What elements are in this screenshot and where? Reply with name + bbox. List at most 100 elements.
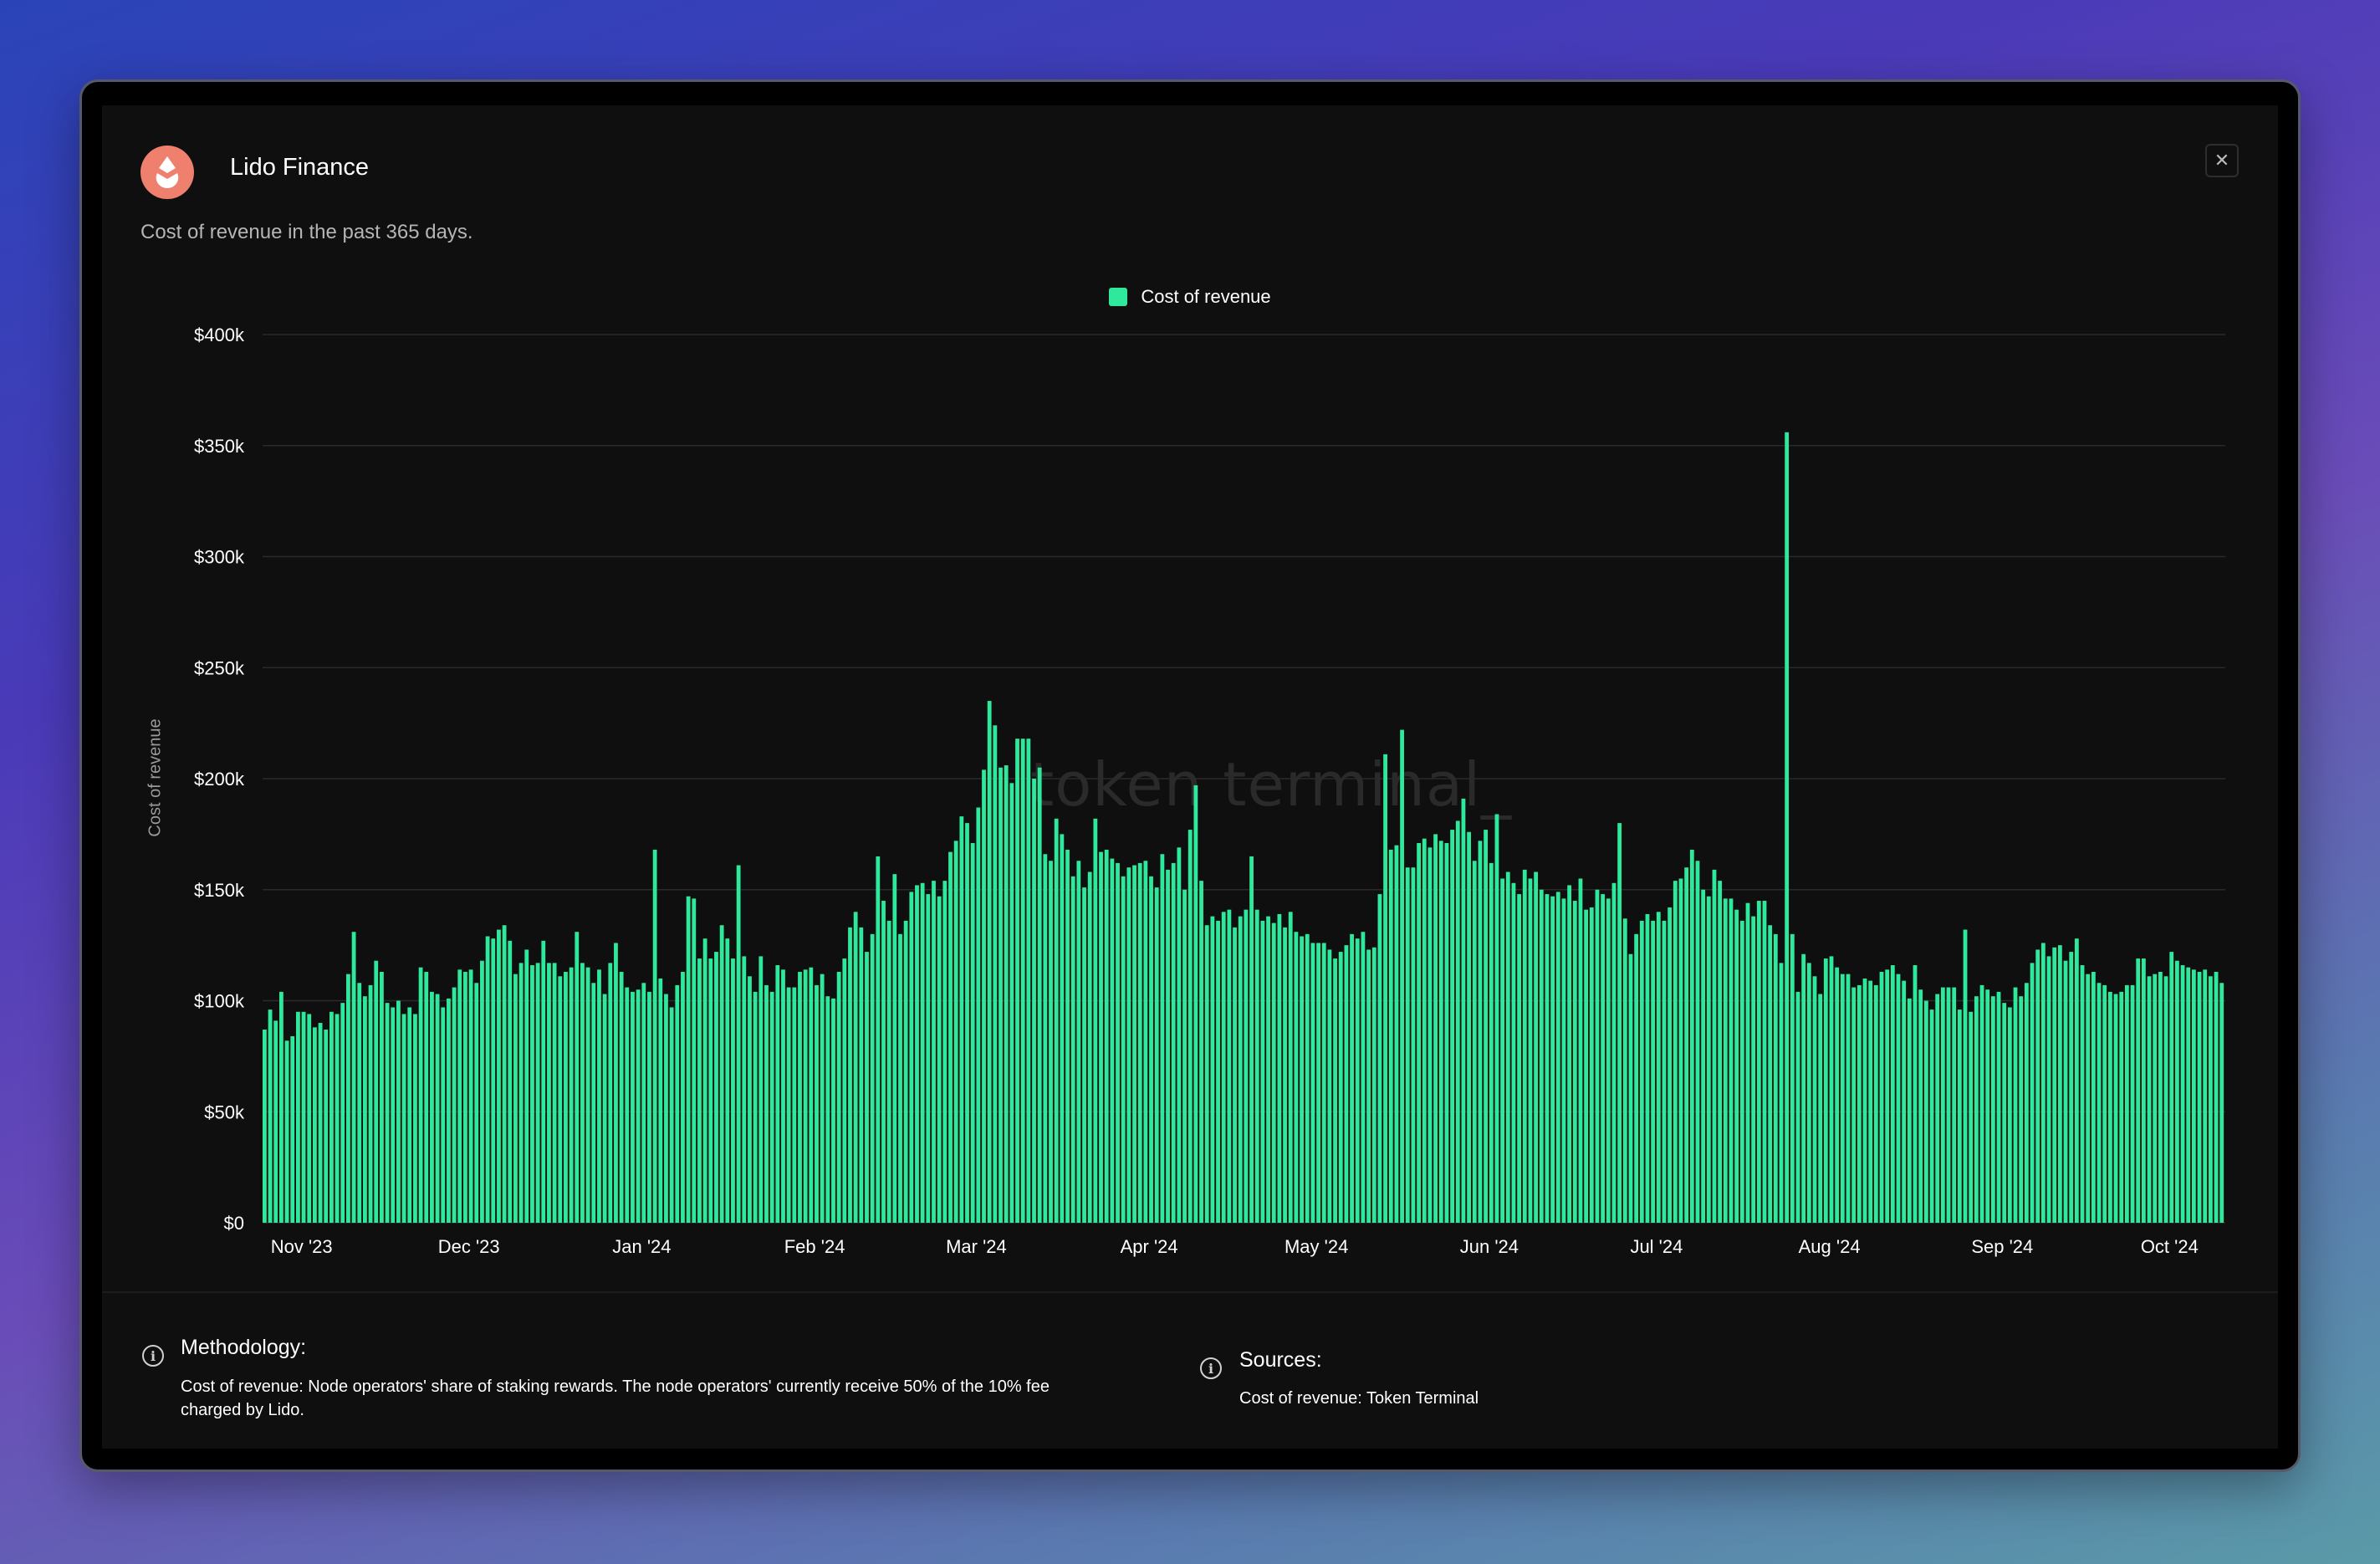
bar[interactable] bbox=[993, 725, 998, 1223]
bar[interactable] bbox=[1182, 889, 1187, 1223]
bar[interactable] bbox=[1037, 767, 1042, 1223]
bar[interactable] bbox=[2180, 965, 2185, 1223]
bar[interactable] bbox=[870, 933, 875, 1223]
bar[interactable] bbox=[1116, 862, 1120, 1223]
bar[interactable] bbox=[1216, 920, 1220, 1223]
bar[interactable] bbox=[1668, 907, 1673, 1223]
bar[interactable] bbox=[932, 881, 936, 1223]
bar[interactable] bbox=[892, 874, 897, 1223]
bar[interactable] bbox=[1427, 847, 1433, 1223]
bar[interactable] bbox=[1199, 881, 1203, 1223]
bar[interactable] bbox=[865, 952, 869, 1223]
bar[interactable] bbox=[1310, 943, 1315, 1223]
bar[interactable] bbox=[1996, 991, 2001, 1223]
bar[interactable] bbox=[792, 987, 797, 1223]
bar[interactable] bbox=[2163, 976, 2168, 1223]
bar[interactable] bbox=[1634, 933, 1639, 1223]
bar[interactable] bbox=[731, 958, 735, 1223]
bar[interactable] bbox=[1734, 909, 1739, 1223]
bar[interactable] bbox=[1388, 849, 1393, 1223]
bar[interactable] bbox=[401, 1014, 406, 1223]
bar[interactable] bbox=[1277, 913, 1282, 1223]
bar[interactable] bbox=[307, 1014, 312, 1223]
bar[interactable] bbox=[1327, 949, 1332, 1223]
bar[interactable] bbox=[1394, 845, 1399, 1223]
bar[interactable] bbox=[2013, 987, 2018, 1223]
bar[interactable] bbox=[798, 971, 802, 1223]
bar[interactable] bbox=[669, 1007, 674, 1223]
bar[interactable] bbox=[363, 996, 367, 1223]
bar[interactable] bbox=[1271, 923, 1276, 1223]
bar[interactable] bbox=[1913, 965, 1918, 1223]
bar[interactable] bbox=[1026, 739, 1031, 1223]
bar[interactable] bbox=[1885, 969, 1890, 1223]
bar[interactable] bbox=[1522, 869, 1527, 1223]
bar[interactable] bbox=[898, 933, 902, 1223]
bar[interactable] bbox=[1706, 896, 1711, 1223]
bar[interactable] bbox=[1739, 920, 1744, 1223]
bar[interactable] bbox=[614, 943, 618, 1223]
bar[interactable] bbox=[1344, 945, 1349, 1224]
bar[interactable] bbox=[1355, 938, 1360, 1223]
bar[interactable] bbox=[2136, 958, 2141, 1223]
bar[interactable] bbox=[1210, 916, 1215, 1223]
bar[interactable] bbox=[998, 767, 1003, 1223]
bar[interactable] bbox=[2080, 965, 2085, 1223]
bar[interactable] bbox=[1768, 925, 1773, 1223]
bar[interactable] bbox=[2107, 991, 2112, 1223]
bar[interactable] bbox=[575, 932, 580, 1223]
bar[interactable] bbox=[1266, 916, 1270, 1223]
bar[interactable] bbox=[1584, 909, 1589, 1223]
bar[interactable] bbox=[1254, 909, 1259, 1223]
bar[interactable] bbox=[564, 971, 568, 1223]
bar[interactable] bbox=[1929, 1009, 1934, 1223]
bar[interactable] bbox=[915, 885, 919, 1223]
bar[interactable] bbox=[1539, 889, 1544, 1223]
bar[interactable] bbox=[1065, 849, 1070, 1223]
bar[interactable] bbox=[1137, 862, 1142, 1223]
bar[interactable] bbox=[1684, 867, 1689, 1223]
bar[interactable] bbox=[1751, 916, 1756, 1223]
bar[interactable] bbox=[1467, 831, 1471, 1223]
bar[interactable] bbox=[2002, 1003, 2007, 1223]
bar[interactable] bbox=[708, 958, 713, 1223]
bar[interactable] bbox=[585, 967, 590, 1223]
bar[interactable] bbox=[1043, 854, 1048, 1223]
bar[interactable] bbox=[1801, 953, 1806, 1223]
bar[interactable] bbox=[1204, 925, 1209, 1223]
bar[interactable] bbox=[965, 823, 969, 1223]
bar[interactable] bbox=[324, 1030, 329, 1223]
bar[interactable] bbox=[1550, 896, 1555, 1223]
bar[interactable] bbox=[2174, 960, 2179, 1223]
bar[interactable] bbox=[2019, 996, 2024, 1223]
bar[interactable] bbox=[2086, 974, 2091, 1223]
bar[interactable] bbox=[736, 865, 741, 1223]
bar[interactable] bbox=[775, 965, 780, 1223]
bar[interactable] bbox=[1678, 878, 1683, 1223]
bar[interactable] bbox=[463, 971, 467, 1223]
bar[interactable] bbox=[591, 983, 596, 1223]
bar[interactable] bbox=[1806, 963, 1811, 1223]
bar[interactable] bbox=[1723, 898, 1728, 1223]
bar[interactable] bbox=[580, 963, 585, 1223]
bar[interactable] bbox=[809, 967, 814, 1223]
bar[interactable] bbox=[1561, 898, 1566, 1223]
bar[interactable] bbox=[1260, 920, 1265, 1223]
bar[interactable] bbox=[513, 974, 518, 1223]
bar[interactable] bbox=[1288, 912, 1293, 1223]
bar[interactable] bbox=[1974, 996, 1979, 1223]
bar[interactable] bbox=[853, 912, 858, 1223]
bar[interactable] bbox=[430, 991, 434, 1223]
bar[interactable] bbox=[1851, 987, 1857, 1223]
bar[interactable] bbox=[2197, 971, 2202, 1223]
bar[interactable] bbox=[2057, 945, 2062, 1224]
bar[interactable] bbox=[279, 991, 283, 1223]
bar[interactable] bbox=[1154, 887, 1159, 1223]
bar[interactable] bbox=[1009, 783, 1014, 1223]
bar[interactable] bbox=[1779, 963, 1784, 1223]
bar[interactable] bbox=[1366, 949, 1371, 1223]
bar[interactable] bbox=[1835, 967, 1840, 1223]
bar[interactable] bbox=[2091, 971, 2096, 1223]
bar[interactable] bbox=[1238, 916, 1243, 1223]
bar[interactable] bbox=[296, 1011, 300, 1223]
